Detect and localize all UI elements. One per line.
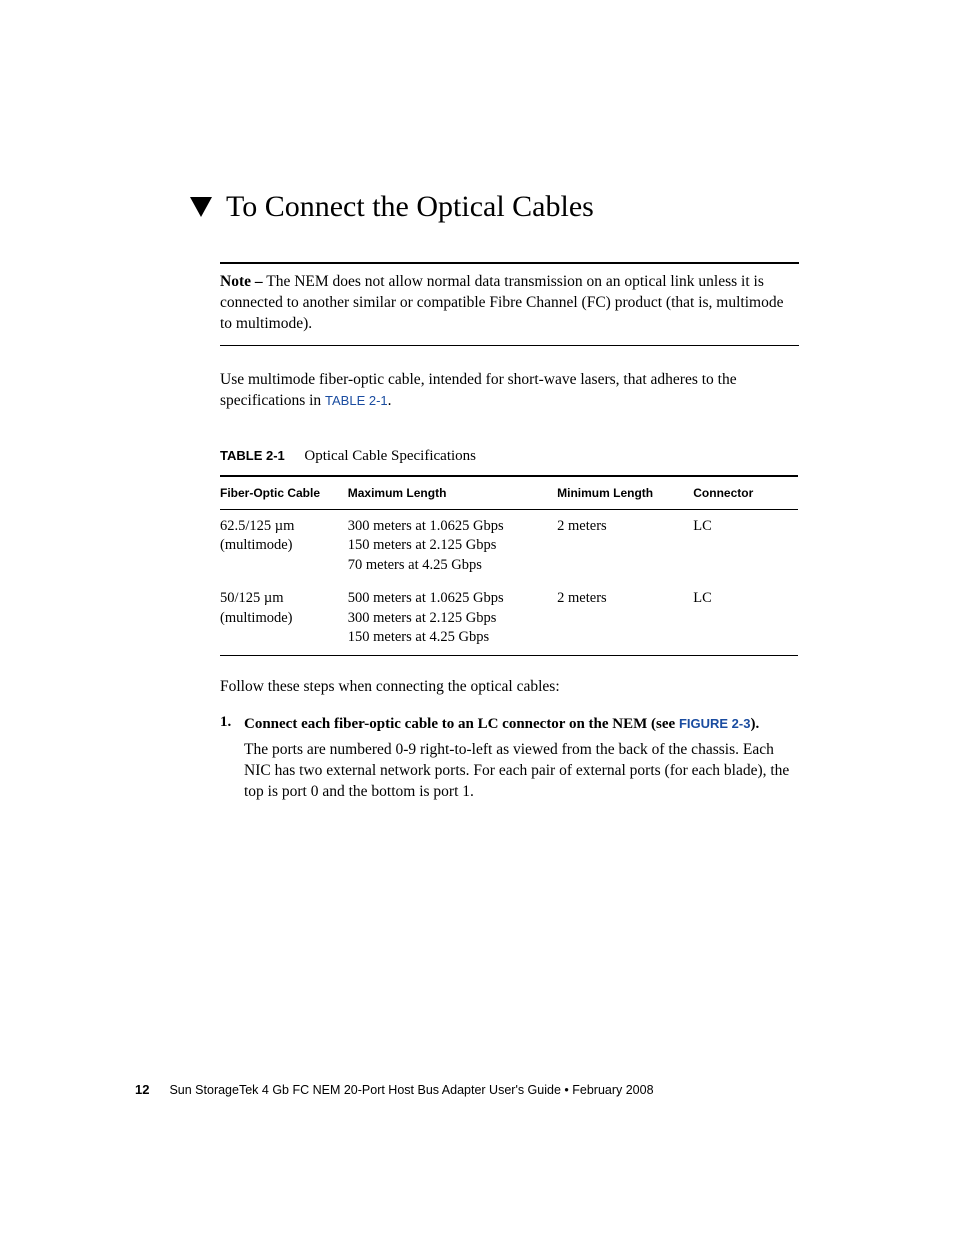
heading-text: To Connect the Optical Cables [226, 190, 594, 224]
figure-xref-link[interactable]: FIGURE 2-3 [679, 716, 751, 731]
spec-table: Fiber-Optic Cable Maximum Length Minimum… [220, 475, 798, 656]
page-number: 12 [135, 1082, 149, 1097]
th-conn: Connector [693, 476, 798, 510]
cell-cable: 62.5/125 µm (multimode) [220, 509, 348, 582]
page-footer: 12 Sun StorageTek 4 Gb FC NEM 20-Port Ho… [135, 1082, 654, 1097]
table-caption-label: TABLE 2-1 [220, 448, 285, 463]
table-xref-link[interactable]: TABLE 2-1 [325, 393, 388, 408]
th-min: Minimum Length [557, 476, 693, 510]
follow-text: Follow these steps when connecting the o… [220, 678, 799, 696]
note-block: Note – The NEM does not allow normal dat… [220, 262, 799, 346]
cell-max: 300 meters at 1.0625 Gbps150 meters at 2… [348, 509, 557, 582]
cell-min: 2 meters [557, 582, 693, 655]
cell-min: 2 meters [557, 509, 693, 582]
note-text: Note – The NEM does not allow normal dat… [220, 272, 799, 335]
cell-conn: LC [693, 509, 798, 582]
th-max: Maximum Length [348, 476, 557, 510]
cell-cable: 50/125 µm (multimode) [220, 582, 348, 655]
document-page: To Connect the Optical Cables Note – The… [0, 0, 954, 803]
table-row: 50/125 µm (multimode) 500 meters at 1.06… [220, 582, 798, 655]
section-heading: To Connect the Optical Cables [190, 190, 799, 224]
step-body: The ports are numbered 0-9 right-to-left… [244, 740, 799, 803]
step-row: 1. Connect each fiber-optic cable to an … [220, 714, 799, 734]
table-header-row: Fiber-Optic Cable Maximum Length Minimum… [220, 476, 798, 510]
triangle-down-icon [190, 197, 212, 217]
note-label: Note – [220, 273, 263, 290]
footer-text: Sun StorageTek 4 Gb FC NEM 20-Port Host … [169, 1083, 653, 1097]
table-caption-title: Optical Cable Specifications [304, 448, 476, 464]
intro-after: . [388, 392, 392, 409]
note-body: The NEM does not allow normal data trans… [220, 273, 783, 332]
intro-paragraph: Use multimode fiber-optic cable, intende… [220, 370, 799, 412]
intro-before: Use multimode fiber-optic cable, intende… [220, 371, 737, 409]
cell-max: 500 meters at 1.0625 Gbps300 meters at 2… [348, 582, 557, 655]
th-cable: Fiber-Optic Cable [220, 476, 348, 510]
cell-conn: LC [693, 582, 798, 655]
step-text-before: Connect each fiber-optic cable to an LC … [244, 716, 679, 732]
table-caption: TABLE 2-1 Optical Cable Specifications [220, 448, 799, 465]
table-row: 62.5/125 µm (multimode) 300 meters at 1.… [220, 509, 798, 582]
step-number: 1. [220, 714, 236, 734]
step-text-after: ). [750, 716, 759, 732]
step-heading: Connect each fiber-optic cable to an LC … [244, 714, 759, 734]
